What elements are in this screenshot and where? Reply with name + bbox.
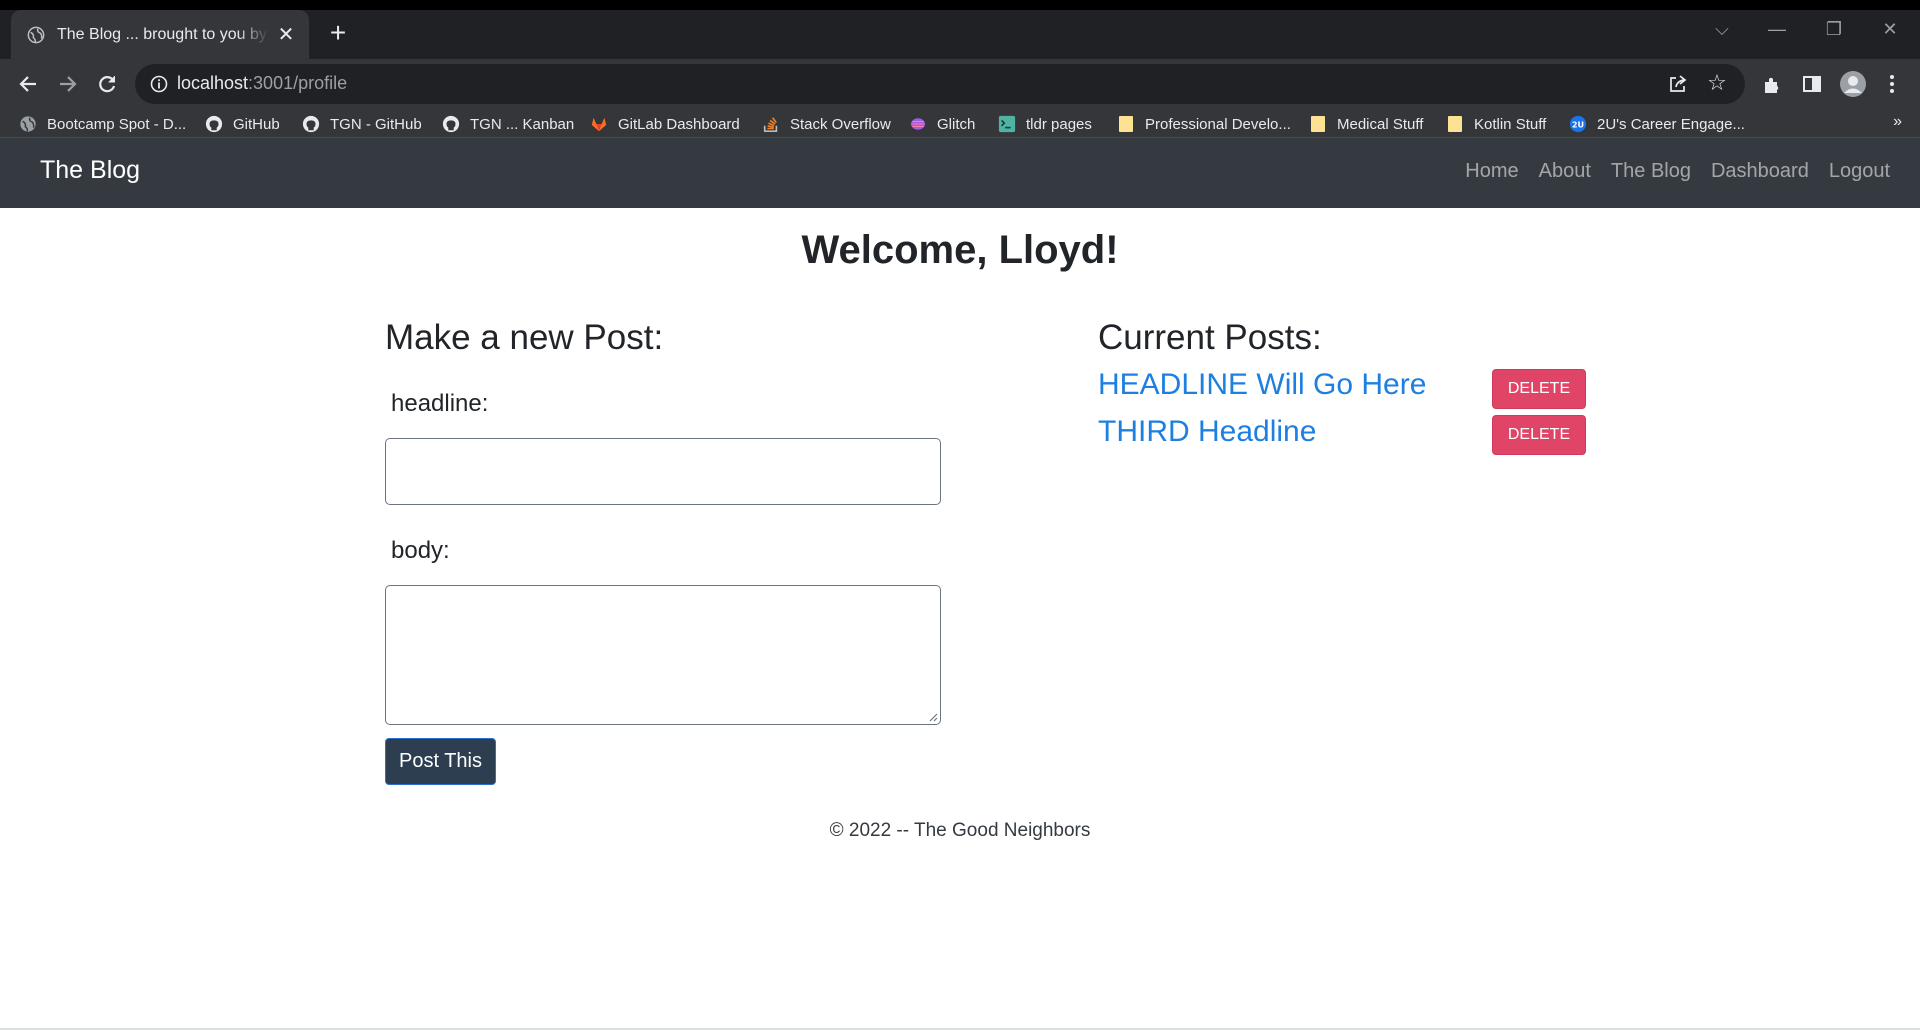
bookmark-folder-medical[interactable]: Medical Stuff (1309, 113, 1423, 135)
restore-icon[interactable]: ❐ (1806, 10, 1862, 50)
delete-post-button[interactable]: DELETE (1492, 369, 1586, 409)
url-text: localhost:3001/profile (177, 73, 347, 94)
stackoverflow-icon (762, 115, 780, 133)
bookmark-folder-kotlin[interactable]: Kotlin Stuff (1446, 113, 1546, 135)
tldr-icon (998, 115, 1016, 133)
bookmark-label: Stack Overflow (790, 115, 891, 133)
bookmark-tldr[interactable]: tldr pages (998, 113, 1092, 135)
bookmark-label: Kotlin Stuff (1474, 115, 1547, 133)
headline-input[interactable] (385, 438, 941, 505)
globe-icon (19, 115, 37, 133)
resize-handle-icon[interactable] (928, 712, 938, 722)
bookmark-label: 2U's Career Engage... (1597, 115, 1745, 133)
post-link[interactable]: THIRD Headline (1098, 415, 1316, 449)
new-tab-button[interactable]: + (322, 18, 354, 50)
minimize-icon[interactable]: — (1749, 10, 1805, 50)
nav-link-dashboard[interactable]: Dashboard (1711, 160, 1809, 183)
welcome-heading: Welcome, Lloyd! (801, 228, 1119, 272)
bookmark-label: GitHub (233, 115, 280, 133)
folder-icon (1446, 115, 1464, 133)
bookmark-label: Medical Stuff (1337, 115, 1424, 133)
bookmark-bootcamp-spot[interactable]: Bootcamp Spot - D... (19, 113, 186, 135)
url-host: localhost (177, 73, 249, 93)
bookmark-2u-career[interactable]: 2U 2U's Career Engage... (1569, 113, 1745, 135)
bookmark-tgn-github[interactable]: TGN - GitHub (302, 113, 422, 135)
bookmark-label: tldr pages (1026, 115, 1092, 133)
page-footer: © 2022 -- The Good Neighbors (829, 820, 1091, 841)
bookmark-github[interactable]: GitHub (205, 113, 280, 135)
2u-icon: 2U (1569, 115, 1587, 133)
site-brand[interactable]: The Blog (40, 156, 140, 185)
bookmark-label: Glitch (937, 115, 976, 133)
bookmarks-overflow-icon[interactable]: » (1893, 113, 1902, 131)
address-bar[interactable]: localhost:3001/profile ☆ (135, 64, 1745, 104)
body-textarea[interactable] (385, 585, 941, 725)
tab-bar: The Blog ... brought to you by the Good … (0, 10, 1920, 59)
profile-avatar[interactable] (1838, 69, 1868, 99)
bookmark-star-icon[interactable]: ☆ (1705, 71, 1729, 95)
github-icon (205, 115, 223, 133)
gitlab-icon (590, 115, 608, 133)
post-this-button[interactable]: Post This (385, 738, 496, 785)
browser-toolbar: localhost:3001/profile ☆ (0, 59, 1920, 109)
back-icon[interactable] (12, 68, 44, 100)
bookmark-stack-overflow[interactable]: Stack Overflow (762, 113, 891, 135)
folder-icon (1117, 115, 1135, 133)
bookmark-label: TGN - GitHub (330, 115, 422, 133)
bookmark-folder-professional[interactable]: Professional Develo... (1117, 113, 1291, 135)
bookmark-tgn-kanban[interactable]: TGN ... Kanban (442, 113, 574, 135)
nav-link-home[interactable]: Home (1465, 160, 1518, 183)
bookmark-label: GitLab Dashboard (618, 115, 740, 133)
forward-icon[interactable] (52, 68, 84, 100)
bookmark-label: Professional Develo... (1145, 115, 1291, 133)
site-info-icon[interactable] (149, 74, 169, 94)
bookmarks-bar: Bootcamp Spot - D... GitHub TGN - GitHub… (0, 109, 1920, 138)
share-icon[interactable] (1667, 73, 1689, 95)
headline-label: headline: (391, 390, 489, 417)
current-posts-heading: Current Posts: (1098, 318, 1322, 357)
bookmark-label: Bootcamp Spot - D... (47, 115, 187, 133)
globe-icon (27, 26, 45, 43)
svg-text:2U: 2U (1572, 120, 1584, 130)
nav-link-logout[interactable]: Logout (1829, 160, 1890, 183)
post-link[interactable]: HEADLINE Will Go Here (1098, 368, 1426, 402)
extensions-icon[interactable] (1757, 69, 1787, 99)
new-post-heading: Make a new Post: (385, 318, 664, 357)
nav-link-about[interactable]: About (1539, 160, 1591, 183)
browser-tab[interactable]: The Blog ... brought to you by the Good … (11, 10, 309, 59)
browser-menu-icon[interactable] (1877, 69, 1907, 99)
delete-post-button[interactable]: DELETE (1492, 415, 1586, 455)
bookmark-label: TGN ... Kanban (470, 115, 575, 133)
folder-icon (1309, 115, 1327, 133)
close-icon[interactable]: ✕ (275, 25, 297, 45)
site-nav-links: Home About The Blog Dashboard Logout (1465, 160, 1890, 183)
window-top-strip (0, 0, 1920, 10)
glitch-icon (909, 115, 927, 133)
body-label: body: (391, 537, 450, 564)
window-close-icon[interactable]: ✕ (1862, 10, 1918, 50)
tab-search-icon[interactable]: ⌵ (1694, 10, 1750, 50)
reload-icon[interactable] (91, 68, 123, 100)
github-icon (442, 115, 460, 133)
site-navbar: The Blog Home About The Blog Dashboard L… (0, 138, 1920, 208)
url-path: :3001/profile (248, 73, 348, 93)
bookmark-glitch[interactable]: Glitch (909, 113, 975, 135)
nav-link-the-blog[interactable]: The Blog (1611, 160, 1691, 183)
tab-title: The Blog ... brought to you by the Good … (57, 25, 269, 43)
github-icon (302, 115, 320, 133)
side-panel-icon[interactable] (1797, 69, 1827, 99)
bookmark-gitlab[interactable]: GitLab Dashboard (590, 113, 740, 135)
